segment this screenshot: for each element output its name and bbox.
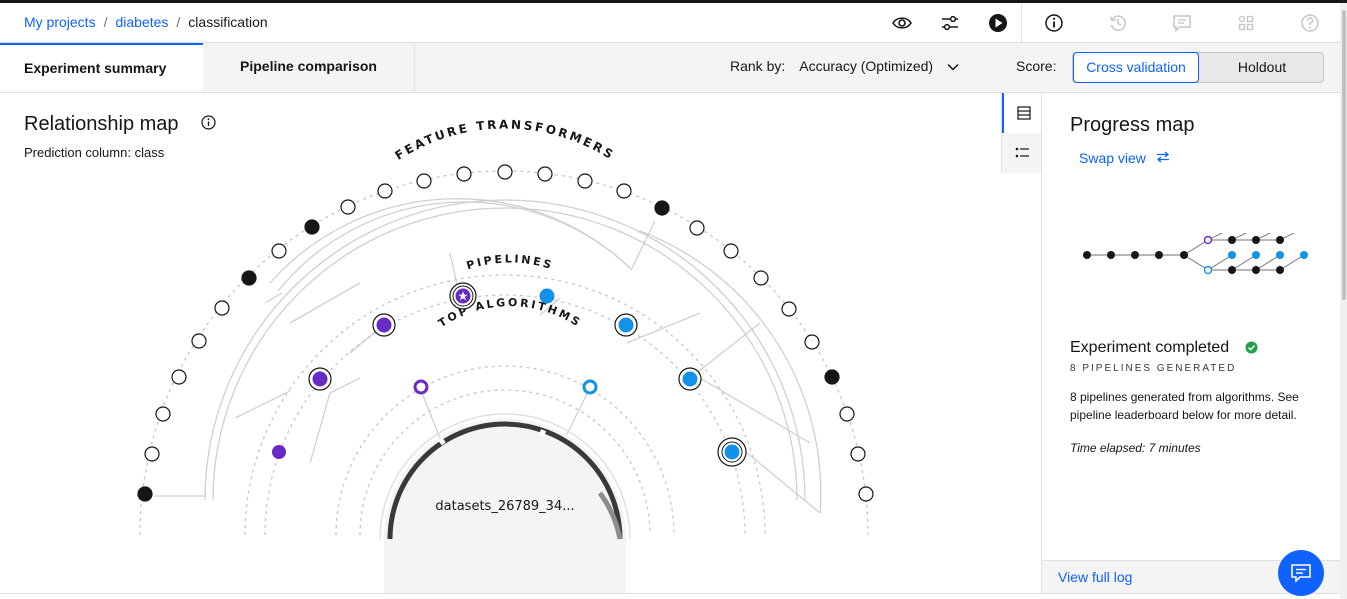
settings-sliders-icon[interactable] [939,12,961,34]
tab-pipeline-comparison[interactable]: Pipeline comparison [203,43,415,92]
feature-transformer-node [497,164,513,180]
score-label: Score: [1016,58,1057,74]
bottom-divider [0,593,1340,594]
history-icon[interactable] [1107,12,1129,34]
view-icon[interactable] [891,12,913,34]
breadcrumb: My projects / diabetes / classification [24,14,268,30]
apps-icon[interactable] [1235,12,1257,34]
pipeline-node-best[interactable] [449,282,477,310]
feature-transformer-node [377,183,393,199]
cross-validation-button[interactable]: Cross validation [1073,52,1199,83]
feature-transformer-node [616,183,632,199]
pipeline-node[interactable] [272,445,286,459]
algorithm-node[interactable] [582,379,598,395]
feature-transformer-node [723,243,739,259]
scrollbar-thumb[interactable] [1342,10,1346,300]
feature-transformer-node [824,369,840,385]
rank-by-control[interactable]: Rank by: Accuracy (Optimized) [730,58,959,74]
prediction-column-value: class [134,145,165,160]
header-divider [1021,3,1022,42]
feature-transformer-node [171,369,187,385]
swap-view-label: Swap view [1079,150,1146,166]
feature-transformer-node [155,406,171,422]
rank-by-label: Rank by: [730,58,786,74]
swap-arrows-icon [1156,151,1169,163]
feature-transformer-node [850,446,866,462]
pipelines-generated-count: 8 PIPELINES GENERATED [1070,363,1237,374]
feature-transformer-node [839,406,855,422]
list-view-icon [1015,147,1029,158]
relationship-map-canvas: FEATURE TRANSFORMERS PIPELINES TOP ALGOR… [137,118,874,593]
breadcrumb-diabetes-link[interactable]: diabetes [115,14,168,30]
dataset-node[interactable]: datasets_26789_34... [379,413,631,593]
feature-transformer-node [137,486,153,502]
breadcrumb-current: classification [188,14,268,30]
info-icon[interactable] [1043,12,1065,34]
breadcrumb-projects-link[interactable]: My projects [24,14,96,30]
feature-transformer-node [689,220,705,236]
pipeline-node[interactable] [539,288,555,304]
time-elapsed: Time elapsed: 7 minutes [1070,441,1201,455]
feature-transformer-node [858,486,874,502]
feature-transformer-node [654,200,670,216]
algorithm-node[interactable] [413,379,429,395]
check-circle-icon [1245,341,1258,354]
pipeline-node[interactable] [678,367,702,391]
relationship-map-title: Relationship map [24,113,179,135]
pipelines-label: PIPELINES [465,253,555,273]
prediction-column: Prediction column: class [24,145,164,160]
map-view-icon [1017,106,1031,120]
chat-button[interactable] [1278,550,1324,596]
pipeline-node[interactable] [372,313,396,337]
pipeline-node[interactable] [717,437,747,467]
rank-by-value[interactable]: Accuracy (Optimized) [799,58,933,74]
feature-transformer-node [241,270,257,286]
feature-transformer-node [753,270,769,286]
dataset-name: datasets_26789_34... [435,499,574,514]
feature-transformer-node [456,166,472,182]
progress-map-panel: Progress map Swap view Experiment comple… [1041,93,1340,594]
help-icon[interactable] [1299,12,1321,34]
feature-transformer-node [214,300,230,316]
list-view-button[interactable] [1002,133,1042,173]
feature-transformer-node [271,243,287,259]
feature-transformer-node [340,199,356,215]
header-bar: My projects / diabetes / classification [0,3,1340,43]
holdout-button[interactable]: Holdout [1199,53,1325,82]
feature-transformer-node [804,334,820,350]
comment-icon[interactable] [1171,12,1193,34]
prediction-column-label: Prediction column: [24,145,131,160]
experiment-status: Experiment completed [1070,339,1230,356]
feature-transformer-node [537,166,553,182]
chat-icon [1291,564,1311,583]
breadcrumb-separator: / [103,14,108,30]
swap-view-link[interactable]: Swap view [1079,150,1170,166]
feature-transformer-node [781,301,797,317]
relationship-map-section: FEATURE TRANSFORMERS PIPELINES TOP ALGOR… [0,93,1041,593]
progress-map-diagram [1083,233,1308,275]
feature-transformer-node [416,173,432,189]
info-icon[interactable] [201,115,216,130]
chevron-down-icon[interactable] [947,63,959,71]
tab-experiment-summary[interactable]: Experiment summary [0,43,203,92]
pipeline-node[interactable] [308,367,332,391]
run-icon[interactable] [987,12,1009,34]
feature-transformers-label: FEATURE TRANSFORMERS [393,118,618,163]
breadcrumb-separator: / [176,14,181,30]
pipeline-node[interactable] [614,313,638,337]
view-toggle [1001,93,1042,173]
feature-transformer-node [144,446,160,462]
feature-transformer-node [577,173,593,189]
progress-map-title: Progress map [1070,114,1195,136]
map-view-button[interactable] [1002,93,1042,133]
score-switcher: Cross validation Holdout [1072,52,1324,83]
view-full-log-link[interactable]: View full log [1058,569,1132,585]
feature-transformer-node [191,333,207,349]
feature-transformer-node [304,219,320,235]
progress-description: 8 pipelines generated from algorithms. S… [1070,390,1299,422]
